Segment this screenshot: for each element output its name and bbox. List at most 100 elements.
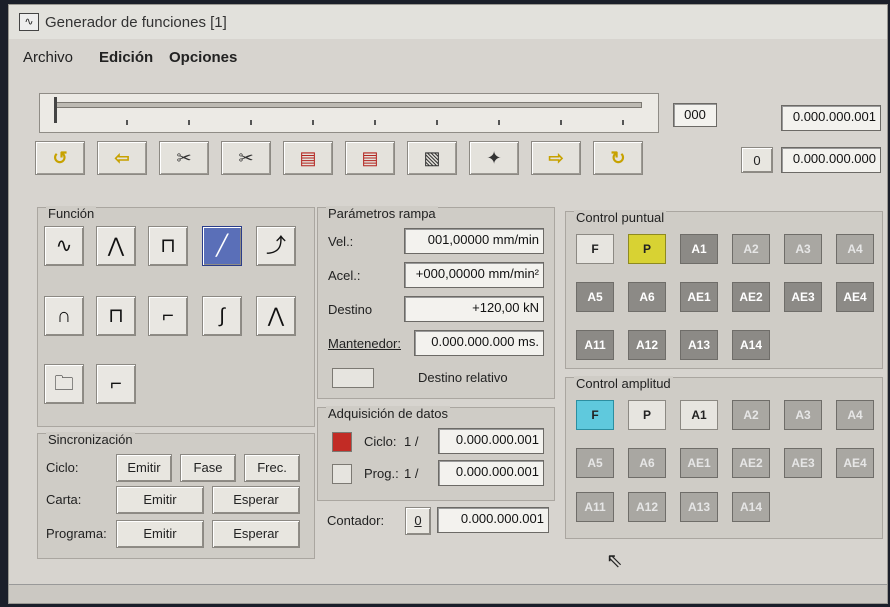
ramp-button[interactable]: ╱ (202, 226, 242, 266)
cp-a13-button[interactable]: A13 (680, 330, 718, 360)
cut-paste-button[interactable]: ✂ (221, 141, 271, 175)
triangle-wave-icon: ⋀ (107, 235, 125, 257)
sincronizacion-panel: Sincronización Ciclo: Emitir Fase Frec. … (37, 432, 315, 559)
cp-a5-button[interactable]: A5 (576, 282, 614, 312)
vel-field[interactable]: 001,00000 mm/min (404, 228, 544, 254)
ca-a11-button[interactable]: A11 (576, 492, 614, 522)
mantenedor-field[interactable]: 0.000.000.000 ms. (414, 330, 544, 356)
cp-a14-button[interactable]: A14 (732, 330, 770, 360)
sparkle-button[interactable]: ✦ (469, 141, 519, 175)
forward-button[interactable]: ⇨ (531, 141, 581, 175)
destino-relativo-toggle[interactable] (332, 368, 374, 388)
mouse-cursor-icon: ⇖ (606, 550, 623, 572)
cp-a12-button[interactable]: A12 (628, 330, 666, 360)
ca-f-button[interactable]: F (576, 400, 614, 430)
folder-button[interactable]: 🗀 (44, 364, 84, 404)
arch-button[interactable]: ∩ (44, 296, 84, 336)
slider-tick (374, 120, 376, 125)
ca-ae3-button[interactable]: AE3 (784, 448, 822, 478)
ca-a13-button[interactable]: A13 (680, 492, 718, 522)
ca-ae1-button[interactable]: AE1 (680, 448, 718, 478)
ca-a5-button[interactable]: A5 (576, 448, 614, 478)
funcion-panel: Función ∿ ⋀ ⊓ ╱ ⤴ ∩ ⊓ ⌐ ∫ ⋀ 🗀 ⌐ (37, 206, 315, 427)
programa-esperar-button[interactable]: Esperar (212, 520, 300, 548)
scissors-paste-icon: ✂ (238, 148, 254, 168)
curve-ramp-button[interactable]: ⤴ (256, 226, 296, 266)
pulse-button[interactable]: ⊓ (96, 296, 136, 336)
cp-a3-button[interactable]: A3 (784, 234, 822, 264)
title-bar: ∿ Generador de funciones [1] (9, 5, 887, 39)
programa-emitir-button[interactable]: Emitir (116, 520, 204, 548)
ca-p-button[interactable]: P (628, 400, 666, 430)
carta-label: Carta: (46, 492, 82, 507)
cp-a11-button[interactable]: A11 (576, 330, 614, 360)
destino-relativo-label: Destino relativo (418, 370, 508, 385)
cp-p-button[interactable]: P (628, 234, 666, 264)
delete-page-button[interactable]: ▤ (345, 141, 395, 175)
peak-button[interactable]: ⋀ (256, 296, 296, 336)
slider-tick (188, 120, 190, 125)
step-up-button[interactable]: ⌐ (96, 364, 136, 404)
insert-page-button[interactable]: ▤ (283, 141, 333, 175)
sine-wave-button[interactable]: ∿ (44, 226, 84, 266)
ciclo-label: Ciclo: (46, 460, 79, 475)
adq-prog-label: Prog.: (364, 466, 399, 481)
cp-a6-button[interactable]: A6 (628, 282, 666, 312)
cp-a2-button[interactable]: A2 (732, 234, 770, 264)
ciclo-frec-button[interactable]: Frec. (244, 454, 300, 482)
curve-ramp-icon: ⤴ (266, 235, 286, 257)
cp-a4-button[interactable]: A4 (836, 234, 874, 264)
s-curve-icon: ∫ (219, 305, 225, 327)
ca-a4-button[interactable]: A4 (836, 400, 874, 430)
slider-thumb[interactable] (54, 97, 57, 123)
redo-button[interactable]: ↻ (593, 141, 643, 175)
cp-ae1-button[interactable]: AE1 (680, 282, 718, 312)
sincronizacion-title: Sincronización (46, 432, 135, 447)
insert-page-icon: ▤ (299, 148, 317, 168)
ciclo-emitir-button[interactable]: Emitir (116, 454, 172, 482)
top-value-display: 0.000.000.001 (781, 105, 881, 131)
cp-f-button[interactable]: F (576, 234, 614, 264)
ca-ae2-button[interactable]: AE2 (732, 448, 770, 478)
cut-copy-button[interactable]: ✂ (159, 141, 209, 175)
ca-a14-button[interactable]: A14 (732, 492, 770, 522)
menu-edicion[interactable]: Edición (99, 49, 153, 66)
function-generator-window: ∿ Generador de funciones [1] Archivo Edi… (8, 4, 888, 604)
contador-reset-button[interactable]: 0 (405, 507, 431, 535)
carta-emitir-button[interactable]: Emitir (116, 486, 204, 514)
adq-prog-field[interactable]: 0.000.000.001 (438, 460, 544, 486)
step-down-button[interactable]: ⌐ (148, 296, 188, 336)
menu-archivo[interactable]: Archivo (23, 49, 73, 66)
slider-tick (622, 120, 624, 125)
ca-a6-button[interactable]: A6 (628, 448, 666, 478)
prog-checkbox[interactable] (332, 464, 352, 484)
cp-ae2-button[interactable]: AE2 (732, 282, 770, 312)
acel-field[interactable]: +000,00000 mm/min² (404, 262, 544, 288)
cp-a1-button[interactable]: A1 (680, 234, 718, 264)
position-slider[interactable] (39, 93, 659, 133)
edit-page-button[interactable]: ▧ (407, 141, 457, 175)
ca-a3-button[interactable]: A3 (784, 400, 822, 430)
contador-field: 0.000.000.001 (437, 507, 549, 533)
status-bar (9, 584, 887, 603)
adq-ciclo-field[interactable]: 0.000.000.001 (438, 428, 544, 454)
acel-label: Acel.: (328, 268, 361, 283)
square-wave-button[interactable]: ⊓ (148, 226, 188, 266)
ca-a2-button[interactable]: A2 (732, 400, 770, 430)
menu-opciones[interactable]: Opciones (169, 49, 237, 66)
menu-bar: Archivo Edición Opciones (9, 45, 887, 69)
cp-ae4-button[interactable]: AE4 (836, 282, 874, 312)
ca-a1-button[interactable]: A1 (680, 400, 718, 430)
zero-button[interactable]: 0 (741, 147, 773, 173)
undo-button[interactable]: ↺ (35, 141, 85, 175)
carta-esperar-button[interactable]: Esperar (212, 486, 300, 514)
triangle-wave-button[interactable]: ⋀ (96, 226, 136, 266)
ciclo-checkbox[interactable] (332, 432, 352, 452)
ca-ae4-button[interactable]: AE4 (836, 448, 874, 478)
ciclo-fase-button[interactable]: Fase (180, 454, 236, 482)
destino-field[interactable]: +120,00 kN (404, 296, 544, 322)
cp-ae3-button[interactable]: AE3 (784, 282, 822, 312)
s-curve-button[interactable]: ∫ (202, 296, 242, 336)
back-button[interactable]: ⇦ (97, 141, 147, 175)
ca-a12-button[interactable]: A12 (628, 492, 666, 522)
